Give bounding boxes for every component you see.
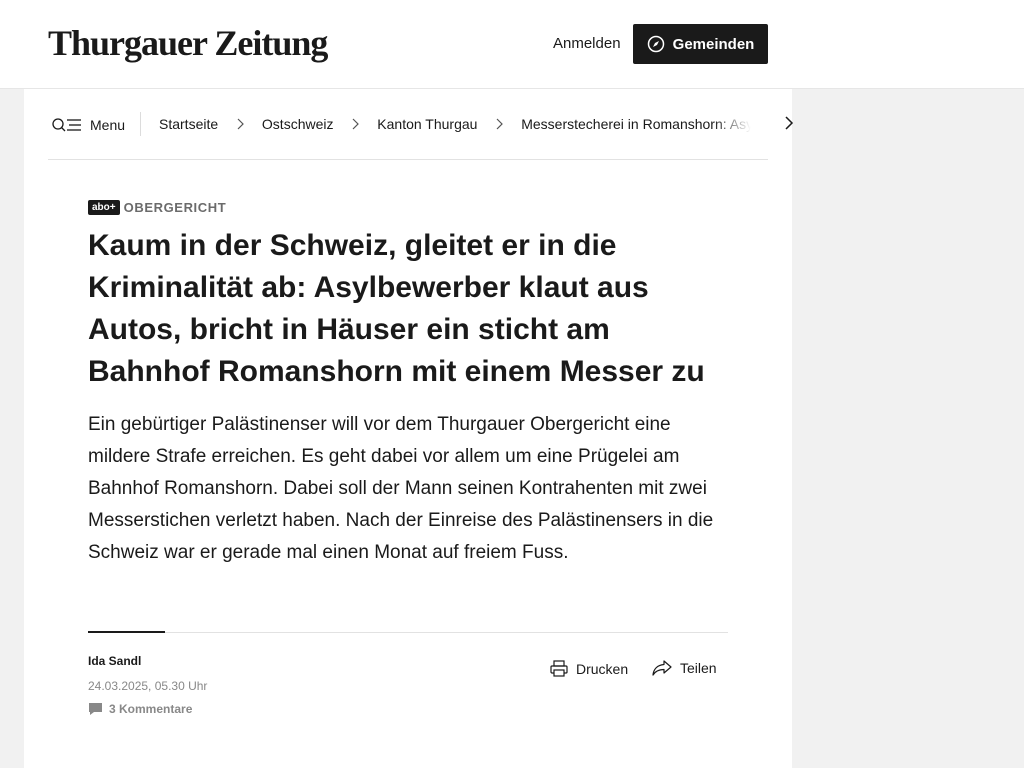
breadcrumb-item-ostschweiz[interactable]: Ostschweiz: [262, 116, 334, 132]
breadcrumb: Menu Startseite Ostschweiz Kanton Thurga…: [48, 89, 794, 160]
breadcrumb-item-kanton-thurgau[interactable]: Kanton Thurgau: [377, 116, 477, 132]
breadcrumb-scroll-right-icon[interactable]: [782, 115, 796, 131]
chevron-right-icon: [237, 118, 244, 130]
publish-date: 24.03.2025, 05.30 Uhr: [88, 679, 208, 693]
share-arrow-icon: [652, 660, 672, 676]
breadcrumb-divider: [140, 112, 141, 136]
article-headline: Kaum in der Schweiz, gleitet er in die K…: [88, 229, 705, 388]
article-lead: Ein gebürtiger Palästinenser will vor de…: [88, 414, 714, 563]
meta-divider-accent: [88, 631, 165, 633]
chevron-right-icon: [496, 118, 504, 130]
gemeinden-button[interactable]: Gemeinden: [633, 24, 768, 64]
abo-plus-badge: abo+: [88, 200, 120, 215]
login-link[interactable]: Anmelden: [553, 35, 621, 52]
compass-icon: [647, 35, 665, 53]
menu-button[interactable]: Menu: [52, 115, 125, 135]
kicker-label: OBERGERICHT: [123, 200, 227, 215]
comments-count: 3 Kommentare: [109, 702, 193, 716]
comments-link[interactable]: 3 Kommentare: [88, 702, 192, 716]
comment-icon: [89, 703, 102, 715]
breadcrumb-trail: Startseite Ostschweiz Kanton Thurgau Mes…: [159, 115, 753, 135]
author-name[interactable]: Ida Sandl: [88, 654, 141, 668]
print-button[interactable]: Drucken: [550, 660, 628, 677]
chevron-right-icon: [352, 118, 360, 130]
article-kicker: abo+ OBERGERICHT: [88, 200, 226, 215]
share-label: Teilen: [680, 660, 717, 676]
meta-divider: [88, 632, 728, 633]
share-button[interactable]: Teilen: [652, 660, 717, 676]
print-label: Drucken: [576, 660, 629, 677]
search-menu-icon: [52, 118, 81, 132]
menu-label: Menu: [90, 117, 126, 133]
breadcrumb-item-startseite[interactable]: Startseite: [159, 116, 218, 132]
printer-icon: [550, 660, 568, 677]
article-container: Menu Startseite Ostschweiz Kanton Thurga…: [24, 89, 794, 768]
gemeinden-label: Gemeinden: [672, 35, 755, 53]
breadcrumb-fade: [713, 109, 755, 139]
site-logo[interactable]: Thurgauer Zeitung: [48, 22, 328, 64]
site-header: Thurgauer Zeitung Anmelden Gemeinden: [0, 0, 1024, 89]
